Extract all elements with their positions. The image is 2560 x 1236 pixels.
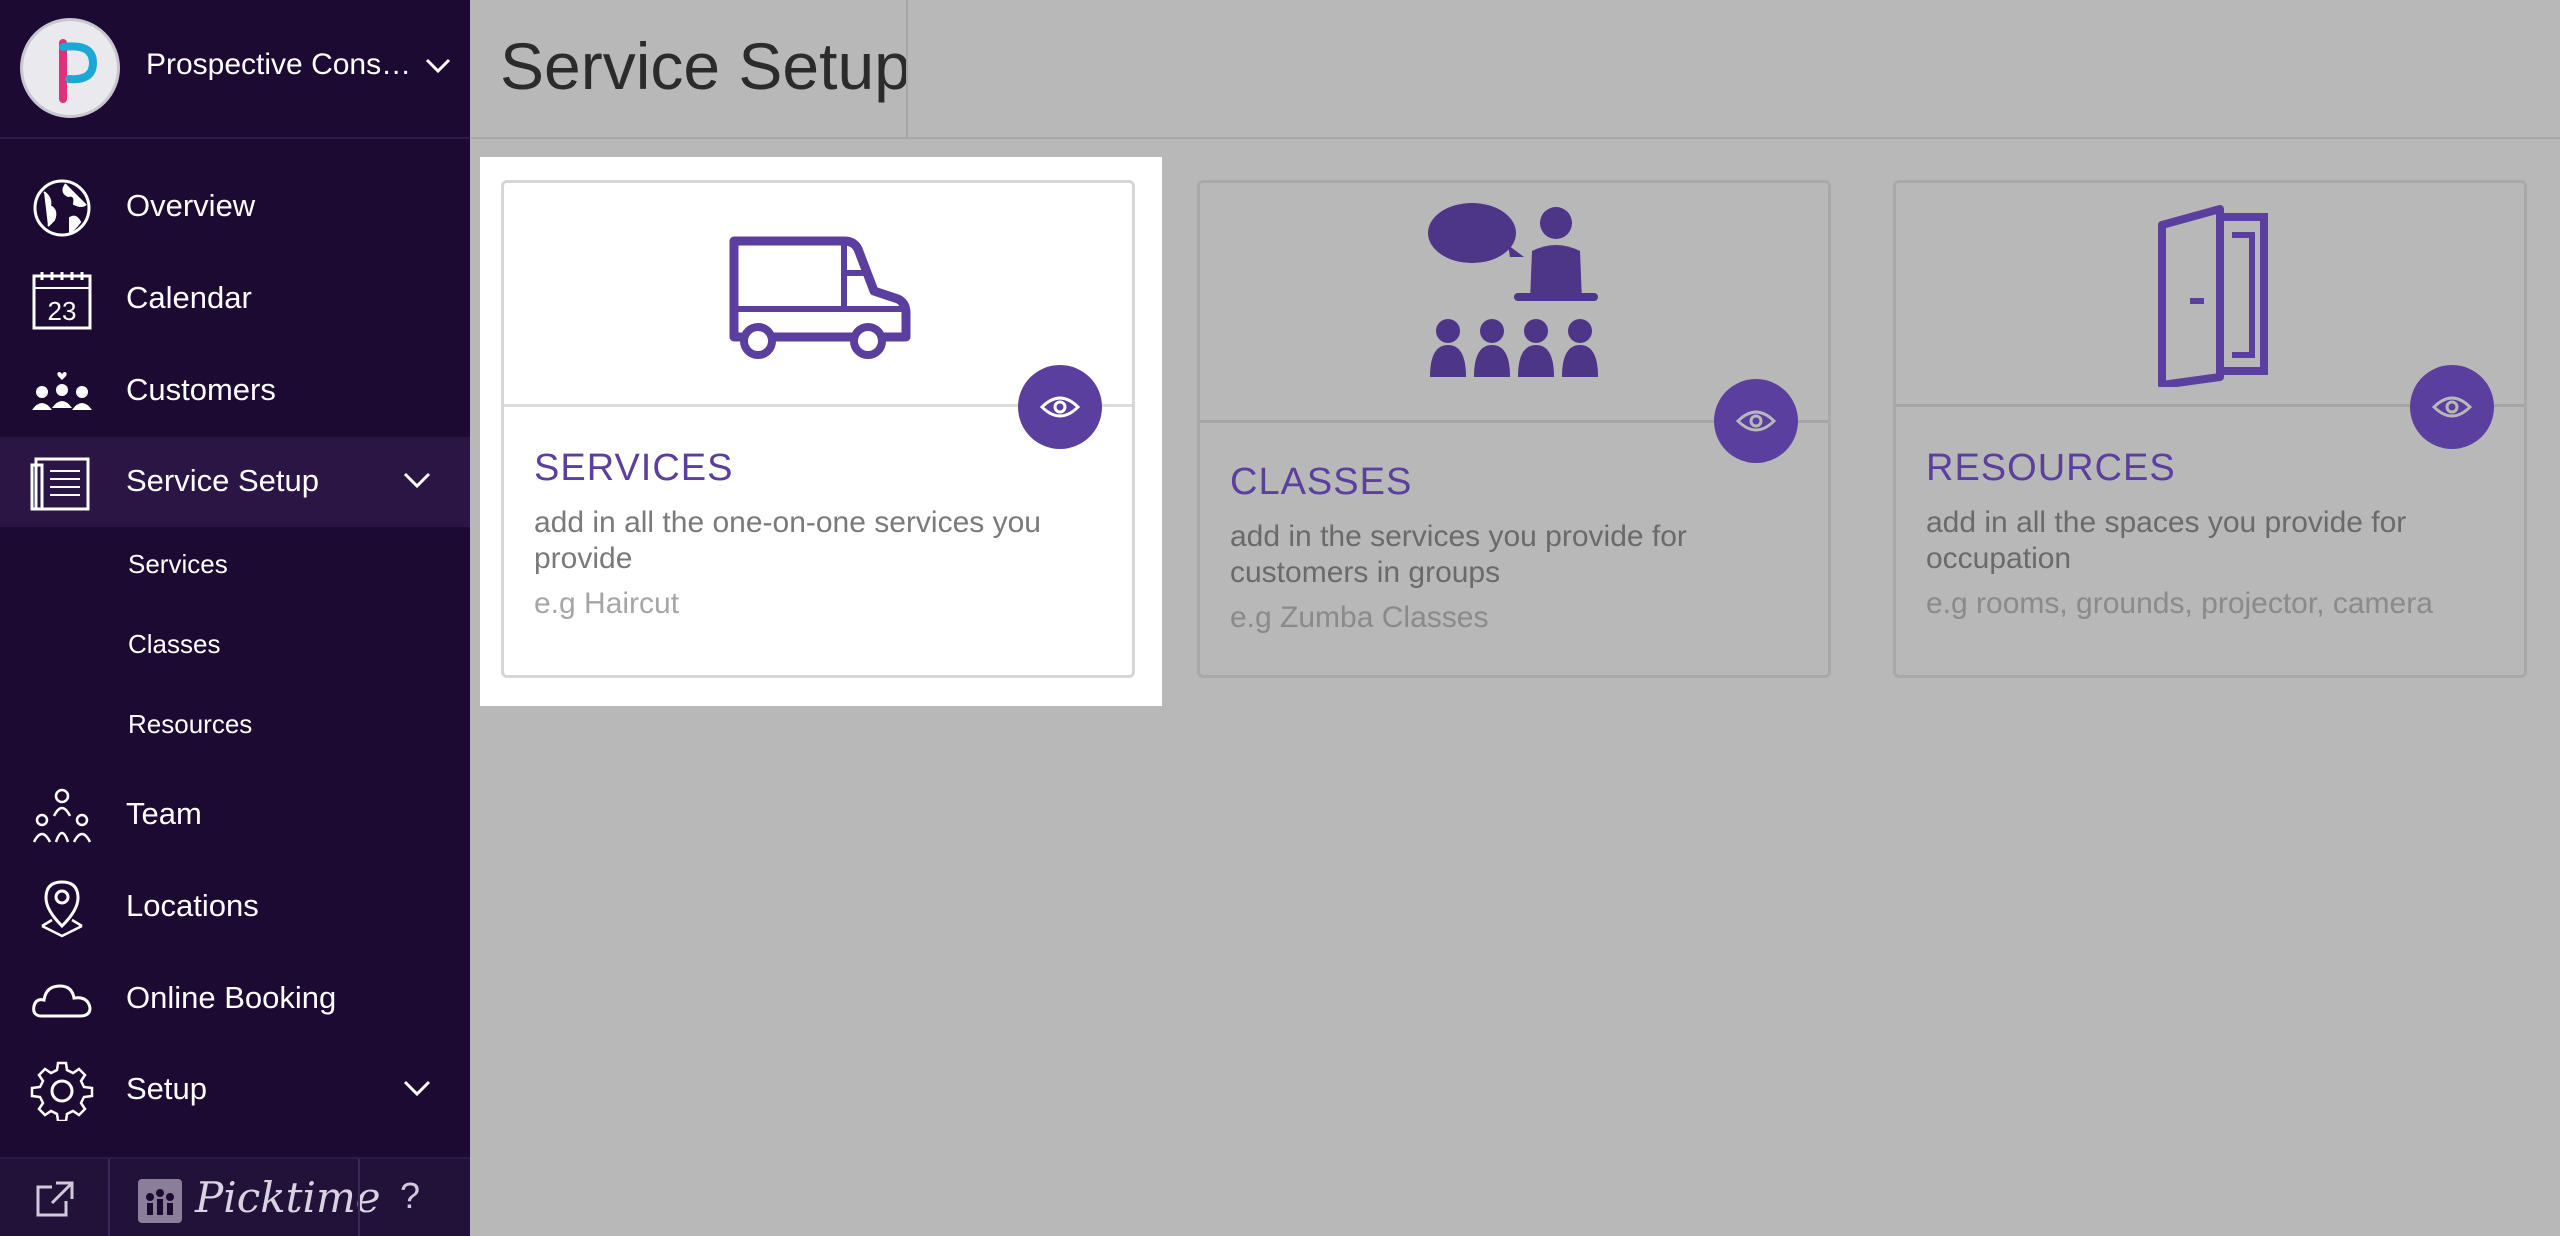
customers-icon — [32, 372, 92, 410]
view-button[interactable] — [2410, 365, 2494, 449]
card-description: add in all the one-on-one services you p… — [534, 506, 1041, 575]
footer-divider — [358, 1159, 360, 1236]
gear-icon — [30, 1061, 94, 1121]
location-pin-icon — [41, 880, 83, 938]
card-title: SERVICES — [534, 447, 734, 489]
card-example: e.g Haircut — [534, 587, 680, 620]
door-icon — [2158, 205, 2268, 387]
external-link-icon[interactable] — [34, 1181, 74, 1219]
resources-card[interactable]: RESOURCES add in all the spaces you prov… — [1893, 180, 2527, 678]
sidebar-footer: Picktime ? — [0, 1157, 470, 1236]
class-group-icon — [1428, 203, 1598, 377]
nav-label: Locations — [126, 888, 259, 923]
business-switcher[interactable]: Prospective Consul… — [0, 0, 470, 139]
nav-locations[interactable]: Locations — [0, 862, 470, 952]
sidebar: Prospective Consul… Overview 23 Calendar — [0, 0, 470, 1236]
eye-icon — [1040, 396, 1080, 418]
business-logo — [20, 18, 120, 118]
eye-icon — [2432, 396, 2472, 418]
team-icon — [32, 788, 92, 843]
service-list-icon — [30, 457, 90, 511]
footer-divider — [108, 1159, 110, 1236]
subnav-services[interactable]: Services — [128, 549, 228, 580]
classes-card[interactable]: CLASSES add in the services you provide … — [1197, 180, 1831, 678]
nav-label: Service Setup — [126, 463, 319, 498]
card-example: e.g rooms, grounds, projector, camera — [1926, 587, 2433, 620]
nav-calendar[interactable]: 23 Calendar — [0, 254, 470, 344]
van-icon — [729, 236, 911, 359]
picktime-brand[interactable]: Picktime — [195, 1173, 381, 1222]
help-button[interactable]: ? — [400, 1175, 420, 1217]
nav-label: Overview — [126, 188, 256, 223]
globe-icon — [33, 179, 91, 237]
card-title: CLASSES — [1230, 461, 1413, 503]
nav-label: Setup — [126, 1071, 208, 1106]
calendar-icon: 23 — [32, 272, 92, 330]
cloud-icon — [32, 984, 92, 1018]
view-button[interactable] — [1018, 365, 1102, 449]
nav-overview[interactable]: Overview — [0, 162, 470, 252]
card-description: add in the services you provide for cust… — [1230, 520, 1687, 589]
services-card[interactable]: SERVICES add in all the one-on-one servi… — [501, 180, 1135, 678]
nav-label: Customers — [126, 372, 276, 407]
nav-setup[interactable]: Setup — [0, 1045, 470, 1135]
nav-label: Online Booking — [126, 980, 337, 1015]
chevron-down-icon — [425, 58, 451, 74]
nav-team[interactable]: Team — [0, 770, 470, 860]
header-divider — [906, 0, 908, 139]
subnav-classes[interactable]: Classes — [128, 629, 220, 660]
nav-customers[interactable]: Customers — [0, 346, 470, 436]
nav-label: Calendar — [126, 280, 252, 315]
picktime-logo-icon — [138, 1179, 182, 1223]
calendar-icon-text: 23 — [48, 296, 77, 326]
nav-service-setup[interactable]: Service Setup — [0, 437, 470, 527]
chevron-down-icon — [403, 472, 431, 489]
nav-label: Team — [126, 796, 202, 831]
chevron-down-icon — [403, 1080, 431, 1097]
page-title: Service Setup — [500, 29, 911, 103]
card-description: add in all the spaces you provide for oc… — [1926, 506, 2407, 575]
card-title: RESOURCES — [1926, 447, 2176, 489]
nav-online-booking[interactable]: Online Booking — [0, 954, 470, 1044]
business-name: Prospective Consul… — [146, 48, 416, 81]
subnav-resources[interactable]: Resources — [128, 709, 252, 740]
eye-icon — [1736, 410, 1776, 432]
view-button[interactable] — [1714, 379, 1798, 463]
page-header: Service Setup — [470, 0, 2560, 139]
card-example: e.g Zumba Classes — [1230, 601, 1489, 634]
